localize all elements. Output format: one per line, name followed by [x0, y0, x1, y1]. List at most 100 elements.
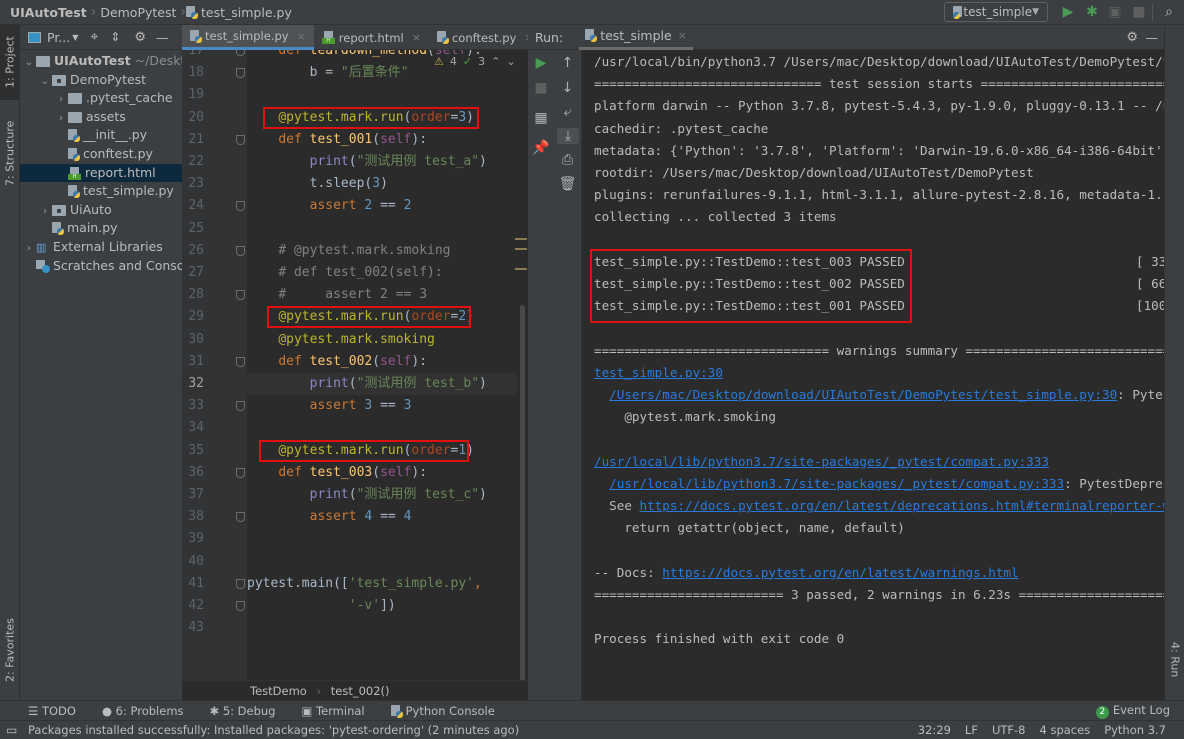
locate-target-icon[interactable]: ⌖: [90, 29, 98, 45]
code-line[interactable]: 31 def test_002(self):: [182, 351, 528, 373]
run-icon[interactable]: ▶: [1059, 3, 1077, 21]
editor-tab-conftest[interactable]: conftest.py ×: [429, 25, 542, 50]
tree-item[interactable]: ⌄ UIAutoTest ~/Deskto: [20, 52, 182, 71]
rerun-icon[interactable]: ▶: [528, 55, 554, 71]
stop-icon[interactable]: ■: [1130, 3, 1148, 21]
tree-item[interactable]: report.html: [20, 163, 182, 183]
fold-marker-icon[interactable]: [236, 512, 245, 523]
pin-icon[interactable]: 📌: [528, 140, 554, 156]
breadcrumb-file[interactable]: test_simple.py: [201, 5, 296, 20]
trash-icon[interactable]: 🗑: [554, 176, 581, 192]
code-line[interactable]: 22 print("测试用例 test_a"): [182, 151, 528, 173]
tool-tab-structure[interactable]: 7: Structure: [0, 113, 20, 193]
code-editor[interactable]: 17 def teardown_method(self): 18 b = "后置条…: [182, 50, 528, 680]
attach-profiler-icon[interactable]: ▣: [1106, 3, 1124, 21]
gear-icon[interactable]: ⚙: [134, 30, 146, 45]
tool-tab-project[interactable]: 1: Project: [0, 25, 20, 100]
breadcrumb-project[interactable]: UIAutoTest: [0, 5, 91, 20]
code-line[interactable]: 33 assert 3 == 3: [182, 395, 528, 417]
tree-item[interactable]: __init__.py: [20, 126, 182, 145]
fold-marker-icon[interactable]: [236, 68, 245, 79]
arrow-up-icon[interactable]: ↑: [554, 55, 581, 71]
tree-item[interactable]: ⌄ DemoPytest: [20, 71, 182, 90]
warning-marker[interactable]: [515, 248, 527, 250]
console-link[interactable]: https://docs.pytest.org/en/latest/deprec…: [640, 498, 1165, 513]
code-line[interactable]: 39: [182, 528, 528, 550]
code-line[interactable]: 42 '-v']): [182, 595, 528, 617]
chevron-right-icon[interactable]: ›: [22, 240, 36, 257]
code-line[interactable]: 37 print("测试用例 test_c"): [182, 484, 528, 506]
tree-item[interactable]: Scratches and Consoles: [20, 257, 182, 276]
caret-position[interactable]: 32:29: [918, 723, 951, 737]
breadcrumb-folder[interactable]: DemoPytest: [96, 5, 180, 20]
close-icon[interactable]: ×: [412, 31, 421, 44]
soft-wrap-icon[interactable]: ⤶: [554, 104, 581, 120]
tool-tab-debug[interactable]: ✱ 5: Debug: [210, 704, 276, 718]
editor-scrollbar[interactable]: [518, 50, 528, 685]
chevron-down-icon[interactable]: ⌄: [22, 54, 36, 71]
fold-marker-icon[interactable]: [236, 245, 245, 256]
warning-marker[interactable]: [515, 238, 527, 240]
code-line[interactable]: 28 # assert 2 == 3: [182, 284, 528, 306]
tool-windows-icon[interactable]: ▭: [6, 723, 17, 737]
console-link[interactable]: /usr/local/lib/python3.7/site-packages/_…: [594, 454, 1049, 469]
fold-marker-icon[interactable]: [236, 601, 245, 611]
console-link[interactable]: https://docs.pytest.org/en/latest/warnin…: [662, 565, 1018, 580]
inspection-widget[interactable]: ⚠ 4 ✓ 3 ⌃ ⌄: [434, 55, 516, 68]
run-console[interactable]: /usr/local/bin/python3.7 /Users/mac/Desk…: [582, 50, 1164, 700]
chevron-down-icon[interactable]: ▼: [72, 33, 78, 42]
code-line[interactable]: 32 print("测试用例 test_b"): [182, 373, 528, 396]
code-line[interactable]: 41 pytest.main(['test_simple.py',: [182, 573, 528, 595]
tree-item[interactable]: main.py: [20, 219, 182, 238]
code-line[interactable]: 27 # def test_002(self):: [182, 262, 528, 284]
tool-tab-problems[interactable]: ● 6: Problems: [102, 704, 184, 718]
fold-marker-icon[interactable]: [236, 201, 245, 212]
code-line[interactable]: 38 assert 4 == 4: [182, 506, 528, 528]
code-line[interactable]: 24 assert 2 == 2: [182, 195, 528, 217]
chevron-down-icon[interactable]: ⌄: [38, 73, 52, 90]
code-line[interactable]: 21 def test_001(self):: [182, 129, 528, 151]
close-icon[interactable]: ×: [297, 30, 306, 43]
code-line[interactable]: 25: [182, 218, 528, 240]
breadcrumb-method[interactable]: test_002(): [331, 684, 390, 698]
fold-marker-icon[interactable]: [236, 134, 245, 145]
code-line[interactable]: 36 def test_003(self):: [182, 462, 528, 484]
line-separator[interactable]: LF: [965, 723, 978, 737]
tool-tab-python-console[interactable]: Python Console: [390, 704, 495, 718]
console-link[interactable]: /usr/local/lib/python3.7/site-packages/_…: [609, 476, 1064, 491]
status-message[interactable]: Packages installed successfully: Install…: [28, 723, 519, 737]
minimize-icon[interactable]: —: [156, 30, 169, 45]
arrow-down-icon[interactable]: ↓: [554, 80, 581, 96]
tool-tab-todo[interactable]: ☰ TODO: [28, 704, 76, 718]
warning-marker[interactable]: [515, 268, 527, 270]
chevron-right-icon[interactable]: ›: [38, 203, 52, 220]
fold-marker-icon[interactable]: [236, 356, 245, 367]
editor-tab-test-simple[interactable]: test_simple.py ×: [182, 25, 314, 50]
editor-scrollbar-thumb[interactable]: [520, 305, 525, 685]
editor-tab-report[interactable]: report.html ×: [314, 25, 429, 50]
code-line[interactable]: 43: [182, 617, 528, 639]
code-line[interactable]: 26 # @pytest.mark.smoking: [182, 240, 528, 262]
fold-marker-icon[interactable]: [236, 401, 245, 412]
code-line[interactable]: 34: [182, 417, 528, 439]
run-tab-test-simple[interactable]: test_simple ×: [579, 25, 693, 50]
search-icon[interactable]: ⌕: [1160, 3, 1178, 21]
layout-icon[interactable]: ▦: [528, 110, 554, 126]
previous-highlight-icon[interactable]: ⌃: [491, 55, 500, 68]
scroll-to-end-icon[interactable]: ⤓: [557, 128, 579, 144]
fold-marker-icon[interactable]: [236, 467, 245, 478]
chevron-right-icon[interactable]: ›: [54, 91, 68, 108]
code-line[interactable]: 30 @pytest.mark.smoking: [182, 329, 528, 351]
tree-item[interactable]: › assets: [20, 108, 182, 127]
project-view-select[interactable]: Pr...: [47, 30, 70, 45]
event-log-button[interactable]: 2 Event Log: [1095, 703, 1170, 719]
fold-marker-icon[interactable]: [236, 578, 245, 589]
tree-item[interactable]: › .pytest_cache: [20, 89, 182, 108]
breadcrumb-class[interactable]: TestDemo: [250, 684, 307, 698]
next-highlight-icon[interactable]: ⌄: [506, 55, 515, 68]
console-link[interactable]: test_simple.py:30: [594, 365, 723, 380]
tool-tab-favorites[interactable]: 2: Favorites: [0, 610, 20, 690]
tree-item[interactable]: › ▥ External Libraries: [20, 238, 182, 257]
tool-tab-run[interactable]: 4: Run: [1165, 630, 1184, 690]
debug-bug-icon[interactable]: ✱: [1083, 3, 1101, 21]
